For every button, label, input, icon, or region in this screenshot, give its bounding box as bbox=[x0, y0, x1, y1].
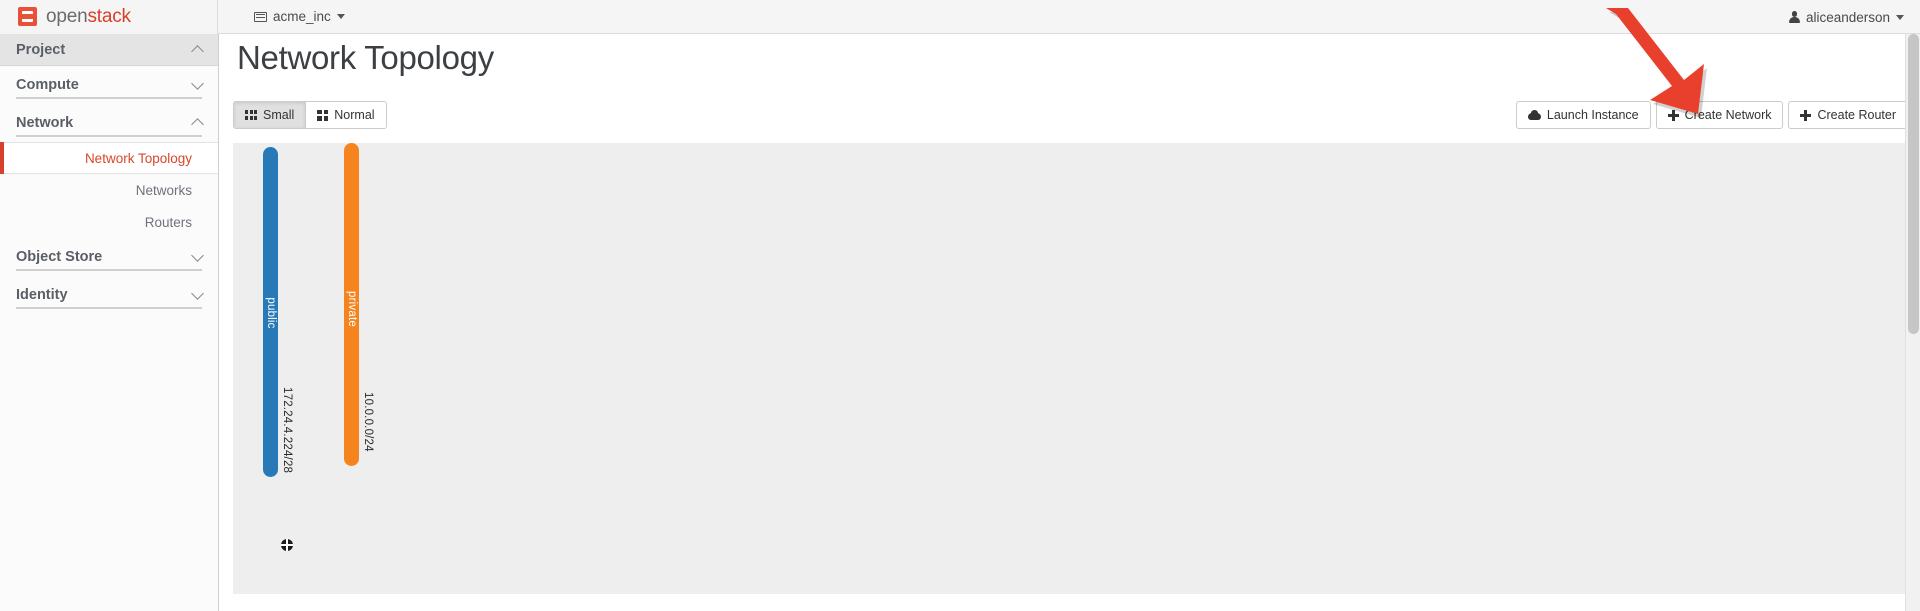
subnet-label-private: 10.0.0.0/24 bbox=[362, 392, 374, 452]
brand-suffix: stack bbox=[87, 5, 131, 27]
sidebar-group-object-store[interactable]: Object Store bbox=[0, 238, 218, 276]
top-navbar: openstack acme_inc aliceanderson bbox=[0, 0, 1920, 34]
chevron-down-icon bbox=[191, 286, 204, 300]
caret-down-icon bbox=[1896, 14, 1904, 20]
panel-icon bbox=[254, 11, 267, 22]
sidebar-section-label: Project bbox=[16, 41, 66, 58]
create-network-label: Create Network bbox=[1684, 108, 1772, 122]
toolbar: Small Normal Launch Instance Create Netw… bbox=[220, 101, 1920, 135]
sidebar-item-networks[interactable]: Networks bbox=[0, 174, 218, 206]
launch-instance-button[interactable]: Launch Instance bbox=[1515, 101, 1651, 129]
globe-icon bbox=[281, 539, 293, 551]
create-router-label: Create Router bbox=[1817, 108, 1896, 122]
sidebar-group-label: Network bbox=[16, 115, 74, 131]
cloud-upload-icon bbox=[1527, 110, 1541, 120]
topology-canvas[interactable]: public 172.24.4.224/28 private 10.0.0.0/… bbox=[233, 143, 1907, 594]
topology-size-toggle: Small Normal bbox=[233, 101, 387, 129]
toggle-small-button[interactable]: Small bbox=[234, 102, 306, 128]
brand-prefix: open bbox=[46, 5, 88, 27]
network-name-public: public bbox=[264, 297, 277, 329]
sidebar-item-routers[interactable]: Routers bbox=[0, 206, 218, 238]
launch-instance-label: Launch Instance bbox=[1546, 108, 1639, 122]
sidebar-item-label: Network Topology bbox=[84, 150, 192, 166]
sidebar-group-network[interactable]: Network bbox=[0, 104, 218, 142]
action-button-group: Launch Instance Create Network Create Ro… bbox=[1515, 101, 1908, 129]
create-router-button[interactable]: Create Router bbox=[1788, 101, 1908, 129]
grid-normal-icon bbox=[317, 109, 329, 121]
sidebar-item-label: Networks bbox=[135, 182, 192, 198]
main-content: Network Topology Small Normal Launch Ins… bbox=[220, 34, 1920, 611]
openstack-logo[interactable]: openstack bbox=[0, 0, 218, 34]
chevron-down-icon bbox=[191, 76, 204, 90]
subnet-label-public: 172.24.4.224/28 bbox=[281, 387, 293, 474]
plus-icon bbox=[1800, 109, 1812, 121]
page-scrollbar[interactable] bbox=[1905, 34, 1920, 611]
openstack-logo-icon bbox=[18, 7, 37, 26]
chevron-up-icon bbox=[191, 118, 204, 131]
brand-text: openstack bbox=[46, 6, 131, 28]
toggle-normal-label: Normal bbox=[334, 108, 375, 122]
toggle-normal-button[interactable]: Normal bbox=[305, 102, 386, 128]
network-bar-public[interactable]: public bbox=[263, 147, 278, 477]
tenant-switcher[interactable]: acme_inc bbox=[254, 9, 345, 24]
sidebar-group-compute[interactable]: Compute bbox=[0, 66, 218, 104]
user-label: aliceanderson bbox=[1805, 9, 1890, 25]
sidebar-group-identity[interactable]: Identity bbox=[0, 276, 218, 314]
user-icon bbox=[1788, 11, 1800, 23]
user-menu[interactable]: aliceanderson bbox=[1788, 0, 1904, 34]
chevron-down-icon bbox=[191, 248, 204, 262]
network-name-private: private bbox=[345, 291, 358, 327]
sidebar-section-project[interactable]: Project bbox=[0, 34, 218, 66]
create-network-button[interactable]: Create Network bbox=[1655, 101, 1784, 129]
sidebar-item-network-topology[interactable]: Network Topology bbox=[0, 142, 218, 174]
tenant-label: acme_inc bbox=[273, 9, 331, 24]
scrollbar-thumb[interactable] bbox=[1908, 34, 1919, 334]
toggle-small-label: Small bbox=[263, 108, 295, 122]
sidebar: Project Compute Network Network Topology… bbox=[0, 34, 219, 611]
network-bar-private[interactable]: private bbox=[344, 143, 359, 466]
sidebar-item-label: Routers bbox=[144, 214, 192, 230]
sidebar-group-label: Identity bbox=[16, 287, 68, 303]
page-title: Network Topology bbox=[237, 39, 494, 76]
chevron-up-icon bbox=[191, 44, 204, 58]
sidebar-group-label: Object Store bbox=[16, 249, 103, 265]
caret-down-icon bbox=[336, 14, 345, 19]
sidebar-group-label: Compute bbox=[16, 77, 79, 93]
grid-small-icon bbox=[245, 110, 257, 120]
plus-icon bbox=[1667, 109, 1679, 121]
